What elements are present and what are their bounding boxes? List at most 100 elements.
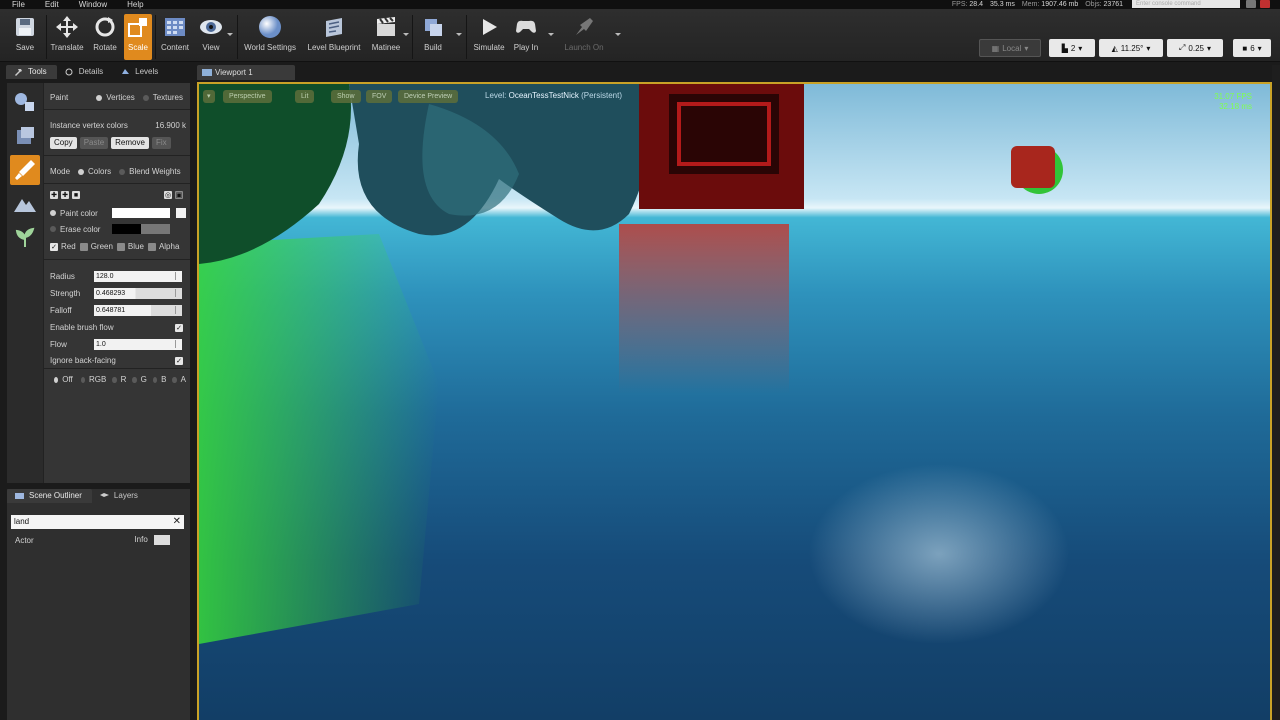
instance-colors-size: 16.900 k <box>155 121 186 130</box>
build-button[interactable]: Build <box>418 14 448 60</box>
actor-column-header[interactable]: Actor <box>15 536 34 545</box>
build-icon <box>420 14 446 40</box>
erase-color-swatch[interactable] <box>112 224 170 234</box>
perspective-button[interactable]: Perspective <box>223 90 272 103</box>
blue-channel-checkbox[interactable] <box>116 242 125 251</box>
menu-file[interactable]: File <box>12 0 25 9</box>
falloff-label: Falloff <box>50 306 72 315</box>
view-button[interactable]: View <box>196 14 226 60</box>
close-button[interactable] <box>1260 0 1270 8</box>
matinee-dropdown-caret[interactable] <box>403 33 409 36</box>
tab-levels[interactable]: Levels <box>113 65 168 79</box>
rotation-snap-control[interactable]: ◭ 11.25° ▾ <box>1099 39 1163 57</box>
device-preview-button[interactable]: Device Preview <box>398 90 459 103</box>
outliner-search-input[interactable]: land ✕ <box>11 515 184 529</box>
swap-colors-icon[interactable]: ■ <box>72 191 80 199</box>
magnify-icon[interactable]: ◎ <box>164 191 172 199</box>
level-viewport[interactable]: ▾ Perspective Lit Show FOV Device Previe… <box>197 82 1272 720</box>
copy-button[interactable]: Copy <box>50 137 77 149</box>
info-column-header: Info <box>134 535 170 545</box>
view-off-radio[interactable] <box>54 376 59 383</box>
content-button[interactable]: Content <box>158 14 192 60</box>
strength-slider[interactable]: 0.468293 <box>94 288 182 299</box>
view-g-radio[interactable] <box>132 376 137 383</box>
level-suffix: (Persistent) <box>581 91 622 100</box>
camera-speed-control[interactable]: ■ 6 ▾ <box>1233 39 1271 57</box>
enable-flow-checkbox[interactable]: ✓ <box>175 323 183 332</box>
save-button[interactable]: Save <box>10 14 40 60</box>
console-input[interactable]: Enter console command <box>1132 0 1240 8</box>
play-dropdown-caret[interactable] <box>548 33 554 36</box>
push-icon[interactable]: ✚ <box>61 191 69 199</box>
radius-input[interactable]: 128.0 <box>94 271 182 282</box>
toolbar-separator <box>412 15 413 59</box>
fill-icon[interactable]: ✚ <box>50 191 58 199</box>
blend-weights-radio[interactable] <box>119 168 126 175</box>
menu-edit[interactable]: Edit <box>45 0 59 9</box>
build-dropdown-caret[interactable] <box>456 33 462 36</box>
rotate-button[interactable]: Rotate <box>90 14 120 60</box>
view-r-radio[interactable] <box>112 376 117 383</box>
grid-snap-control[interactable]: ▙ 2 ▾ <box>1049 39 1095 57</box>
tab-layers[interactable]: Layers <box>92 489 148 503</box>
scale-snap-control[interactable]: ⤢ 0.25 ▾ <box>1167 39 1223 57</box>
translate-button[interactable]: Translate <box>48 14 86 60</box>
right-edge-scrollbar[interactable] <box>1272 65 1280 720</box>
view-rgb-radio[interactable] <box>80 376 85 383</box>
ignore-backfacing-checkbox[interactable]: ✓ <box>175 356 183 365</box>
simulate-button[interactable]: Simulate <box>471 14 507 60</box>
rotate-icon <box>92 14 118 40</box>
falloff-spinner[interactable] <box>175 306 180 314</box>
matinee-button[interactable]: Matinee <box>368 14 404 60</box>
view-dropdown-caret[interactable] <box>227 33 233 36</box>
tab-scene-outliner[interactable]: Scene Outliner <box>7 489 92 503</box>
fix-button[interactable]: Fix <box>151 137 171 149</box>
tab-details[interactable]: Details <box>57 65 113 79</box>
erase-color-radio[interactable] <box>50 226 56 232</box>
world-settings-button[interactable]: World Settings <box>241 14 299 60</box>
strength-spinner[interactable] <box>175 289 180 297</box>
place-mode-button[interactable] <box>10 87 40 117</box>
paint-color-swatch[interactable] <box>112 208 170 218</box>
lit-button[interactable]: Lit <box>295 90 315 103</box>
falloff-slider[interactable]: 0.648781 <box>94 305 182 316</box>
save-texture-icon[interactable]: ▣ <box>175 191 183 199</box>
paint-mode-button[interactable] <box>10 155 40 185</box>
geometry-mode-button[interactable] <box>10 121 40 151</box>
menu-help[interactable]: Help <box>127 0 143 9</box>
viewport-options-button[interactable]: ▾ <box>203 90 215 103</box>
grid-snap-value: 2 <box>1070 43 1076 53</box>
play-in-button[interactable]: Play In <box>510 14 542 60</box>
remove-button[interactable]: Remove <box>111 137 149 149</box>
clear-search-icon[interactable]: ✕ <box>173 515 181 529</box>
colors-radio[interactable] <box>78 168 85 175</box>
level-blueprint-button[interactable]: Level Blueprint <box>304 14 364 60</box>
show-button[interactable]: Show <box>331 90 361 103</box>
alpha-channel-checkbox[interactable] <box>147 242 156 251</box>
landscape-mode-button[interactable] <box>10 189 40 219</box>
radius-spinner[interactable] <box>175 272 180 280</box>
paint-color-radio[interactable] <box>50 210 56 216</box>
minimize-button[interactable] <box>1246 0 1256 8</box>
flow-value: 1.0 <box>96 341 106 348</box>
fov-button[interactable]: FOV <box>366 90 393 103</box>
red-channel-checkbox[interactable]: ✓ <box>50 242 58 251</box>
foliage-mode-button[interactable] <box>10 223 40 253</box>
info-dropdown[interactable] <box>154 535 170 545</box>
flow-input[interactable]: 1.0 <box>94 339 182 350</box>
tab-viewport[interactable]: Viewport 1 <box>197 65 295 80</box>
view-a-radio[interactable] <box>172 376 177 383</box>
launch-on-button[interactable]: Launch On <box>562 14 606 60</box>
green-channel-checkbox[interactable] <box>79 242 88 251</box>
color-picker-icon[interactable] <box>176 208 186 218</box>
launch-dropdown-caret[interactable] <box>615 33 621 36</box>
scale-button[interactable]: Scale <box>124 14 152 60</box>
view-b-radio[interactable] <box>152 376 158 383</box>
vertices-radio[interactable] <box>96 94 103 101</box>
menu-window[interactable]: Window <box>79 0 107 9</box>
flow-spinner[interactable] <box>175 340 180 348</box>
tab-tools[interactable]: Tools <box>6 65 57 79</box>
textures-radio[interactable] <box>142 94 149 101</box>
coordinate-space-toggle[interactable]: ▦ Local ▾ <box>979 39 1041 57</box>
paste-button[interactable]: Paste <box>79 137 109 149</box>
